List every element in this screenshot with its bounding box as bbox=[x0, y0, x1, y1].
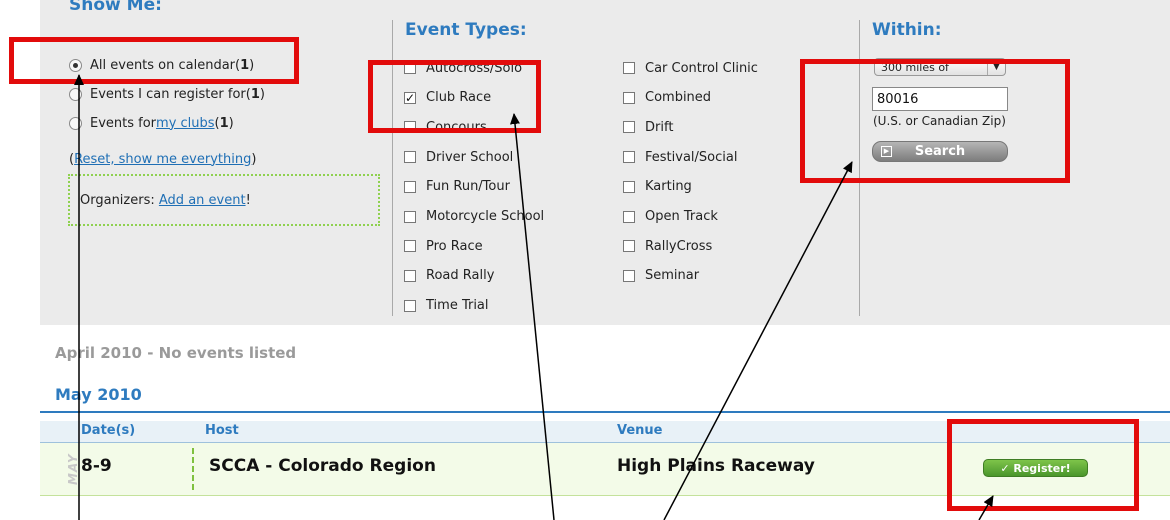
event-type-item[interactable]: Combined bbox=[623, 88, 711, 108]
checkbox[interactable] bbox=[623, 210, 635, 223]
checkbox[interactable] bbox=[404, 240, 416, 253]
checkbox[interactable] bbox=[404, 299, 416, 312]
checkbox[interactable] bbox=[404, 151, 416, 164]
april-heading: April 2010 - No events listed bbox=[55, 344, 297, 362]
count-close: ) bbox=[259, 86, 265, 102]
event-type-label: Open Track bbox=[645, 209, 718, 224]
event-type-item[interactable]: Motorcycle School bbox=[404, 207, 544, 227]
event-type-label: Fun Run/Tour bbox=[426, 179, 510, 195]
event-venue: High Plains Raceway bbox=[617, 456, 815, 476]
checkbox[interactable] bbox=[404, 269, 416, 282]
radio-label: Events for bbox=[90, 115, 157, 131]
event-type-label: Seminar bbox=[645, 268, 700, 284]
month-divider bbox=[40, 411, 1170, 413]
event-type-label: RallyCross bbox=[645, 238, 713, 254]
event-type-item[interactable]: Seminar bbox=[623, 266, 699, 286]
radio-button[interactable] bbox=[69, 87, 82, 101]
event-type-item[interactable]: Festival/Social bbox=[623, 147, 737, 167]
callout-box-club-race bbox=[368, 60, 541, 133]
event-type-item[interactable]: Driver School bbox=[404, 147, 513, 167]
checkbox[interactable] bbox=[623, 151, 635, 164]
organizers-box: Organizers: Add an event! bbox=[68, 174, 380, 226]
organizers-label: Organizers: bbox=[80, 192, 155, 208]
event-count: 1 bbox=[250, 86, 260, 102]
event-type-label: Karting bbox=[645, 179, 692, 195]
event-type-label: Combined bbox=[645, 90, 712, 106]
event-type-label: Festival/Social bbox=[645, 149, 738, 165]
event-type-item[interactable]: RallyCross bbox=[623, 236, 712, 256]
reset-link[interactable]: Reset, show me everything bbox=[74, 152, 251, 167]
event-type-item[interactable]: Open Track bbox=[623, 207, 718, 227]
event-dates: 8-9 bbox=[81, 456, 112, 476]
radio-button[interactable] bbox=[69, 116, 82, 130]
side-month-label: MAY bbox=[52, 445, 80, 495]
host-column-header: Host bbox=[205, 423, 239, 438]
radio-my-clubs[interactable]: Events for my clubs (1) bbox=[69, 113, 234, 133]
checkbox[interactable] bbox=[623, 121, 635, 134]
within-title: Within: bbox=[872, 20, 942, 40]
event-type-label: Road Rally bbox=[426, 268, 495, 284]
radio-label: Events I can register for bbox=[90, 86, 246, 102]
checkbox[interactable] bbox=[623, 180, 635, 193]
side-month-text: MAY bbox=[66, 453, 80, 485]
callout-box-show-me bbox=[9, 37, 299, 84]
checkbox[interactable] bbox=[404, 180, 416, 193]
may-heading: May 2010 bbox=[55, 385, 142, 404]
checkbox[interactable] bbox=[623, 91, 635, 104]
checkbox[interactable] bbox=[623, 240, 635, 253]
venue-column-header: Venue bbox=[617, 423, 663, 438]
event-type-item[interactable]: Drift bbox=[623, 117, 673, 137]
checkbox[interactable] bbox=[623, 62, 635, 74]
checkbox[interactable] bbox=[623, 269, 635, 282]
event-types-title: Event Types: bbox=[405, 20, 527, 40]
show-me-title: Show Me: bbox=[69, 0, 162, 15]
radio-can-register[interactable]: Events I can register for (1) bbox=[69, 84, 265, 104]
event-count: 1 bbox=[219, 115, 229, 131]
my-clubs-link[interactable]: my clubs bbox=[156, 116, 215, 131]
callout-box-register bbox=[947, 419, 1139, 511]
reset-close: ) bbox=[251, 151, 257, 167]
event-type-item[interactable]: Pro Race bbox=[404, 236, 483, 256]
dates-column-header: Date(s) bbox=[81, 423, 136, 438]
event-type-item[interactable]: Fun Run/Tour bbox=[404, 177, 510, 197]
event-type-item[interactable]: Road Rally bbox=[404, 266, 494, 286]
event-type-item[interactable]: Time Trial bbox=[404, 296, 489, 316]
event-type-label: Time Trial bbox=[426, 298, 489, 314]
event-type-label: Car Control Clinic bbox=[645, 60, 758, 76]
event-type-item[interactable]: Karting bbox=[623, 177, 692, 197]
reset-row: (Reset, show me everything) bbox=[69, 149, 256, 169]
event-type-label: Driver School bbox=[426, 149, 514, 165]
event-type-label: Drift bbox=[645, 119, 674, 135]
event-host: SCCA - Colorado Region bbox=[209, 456, 436, 476]
callout-box-within bbox=[800, 59, 1070, 183]
add-event-link[interactable]: Add an event bbox=[159, 193, 246, 208]
count-close: ) bbox=[228, 115, 234, 131]
event-type-label: Pro Race bbox=[426, 238, 483, 254]
event-type-label: Motorcycle School bbox=[426, 209, 545, 224]
row-divider bbox=[192, 448, 194, 490]
checkbox[interactable] bbox=[404, 210, 416, 223]
organizers-tail: ! bbox=[245, 192, 251, 208]
event-type-item[interactable]: Car Control Clinic bbox=[623, 58, 758, 78]
